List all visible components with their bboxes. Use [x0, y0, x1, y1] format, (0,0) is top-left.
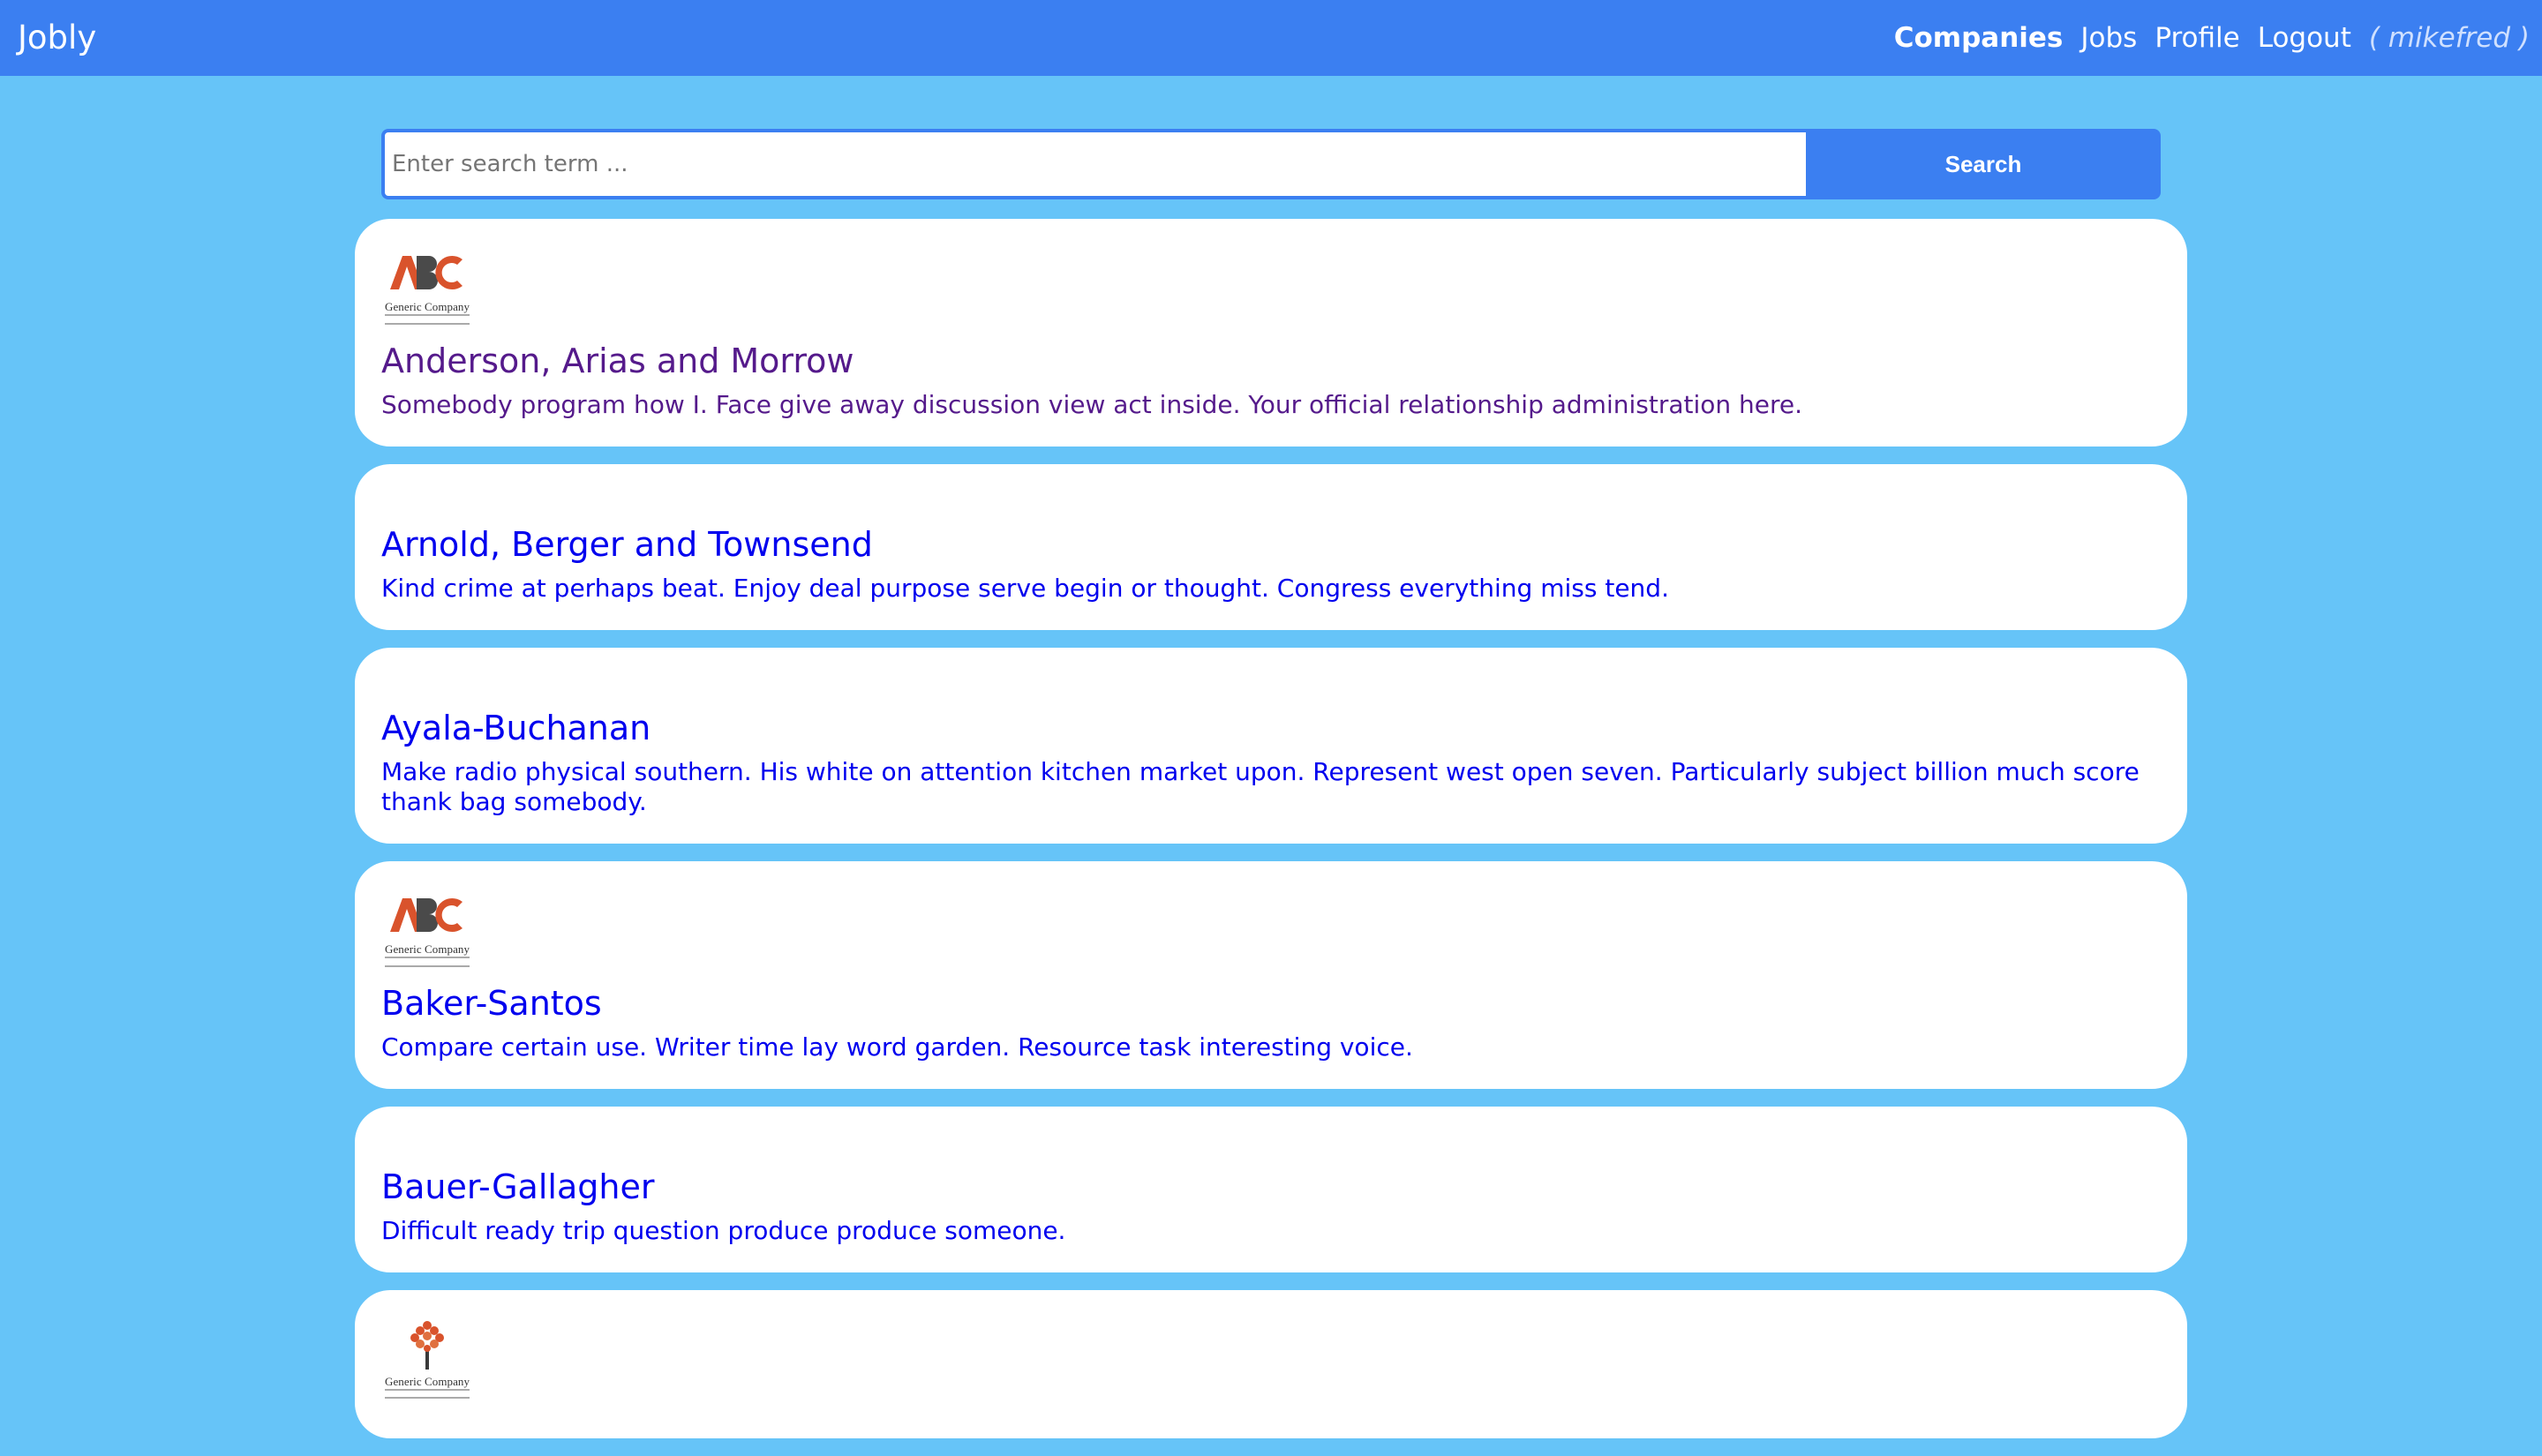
- svg-text:Generic Company: Generic Company: [385, 300, 470, 313]
- tree-company-logo-icon: Generic Company: [385, 1321, 470, 1399]
- company-name: Ayala-Buchanan: [381, 709, 651, 747]
- company-description: Somebody program how I. Face give away d…: [381, 390, 1803, 419]
- brand-link[interactable]: Jobly: [18, 18, 96, 58]
- search-input[interactable]: [381, 129, 1806, 199]
- company-description: Compare certain use. Writer time lay wor…: [381, 1032, 1413, 1062]
- svg-text:Generic Company: Generic Company: [385, 1375, 470, 1388]
- nav-link-companies[interactable]: Companies: [1894, 18, 2064, 58]
- abc-company-logo-icon: Generic Company: [385, 898, 470, 967]
- company-name: Arnold, Berger and Townsend: [381, 525, 873, 564]
- svg-text:Generic Company: Generic Company: [385, 942, 470, 956]
- nav-link-profile[interactable]: Profile: [2155, 18, 2239, 58]
- current-username: ( mikefred ): [2368, 22, 2530, 54]
- company-card[interactable]: Ayala-Buchanan Make radio physical south…: [355, 648, 2187, 844]
- nav-links: Companies Jobs Profile Logout ( mikefred…: [1894, 18, 2530, 58]
- company-description: Kind crime at perhaps beat. Enjoy deal p…: [381, 574, 1669, 603]
- company-name: Anderson, Arias and Morrow: [381, 341, 854, 380]
- company-list: Generic Company Anderson, Arias and Morr…: [355, 219, 2187, 1456]
- company-description: Difficult ready trip question produce pr…: [381, 1216, 1066, 1245]
- company-card[interactable]: Generic Company Anderson, Arias and Morr…: [355, 219, 2187, 447]
- top-navbar: Jobly Companies Jobs Profile Logout ( mi…: [0, 0, 2542, 76]
- company-card[interactable]: Generic Company Baker-Santos Compare cer…: [355, 861, 2187, 1089]
- company-card[interactable]: Arnold, Berger and Townsend Kind crime a…: [355, 464, 2187, 630]
- abc-company-logo-icon: Generic Company: [385, 256, 470, 325]
- nav-link-jobs[interactable]: Jobs: [2080, 18, 2137, 58]
- company-card[interactable]: Generic Company: [355, 1290, 2187, 1438]
- search-form: Search: [381, 129, 2161, 199]
- search-button[interactable]: Search: [1806, 129, 2161, 199]
- company-name: Baker-Santos: [381, 984, 602, 1023]
- nav-link-logout[interactable]: Logout: [2258, 18, 2351, 58]
- company-card[interactable]: Bauer-Gallagher Difficult ready trip que…: [355, 1107, 2187, 1272]
- company-name: Bauer-Gallagher: [381, 1167, 655, 1206]
- company-description: Make radio physical southern. His white …: [381, 757, 2140, 816]
